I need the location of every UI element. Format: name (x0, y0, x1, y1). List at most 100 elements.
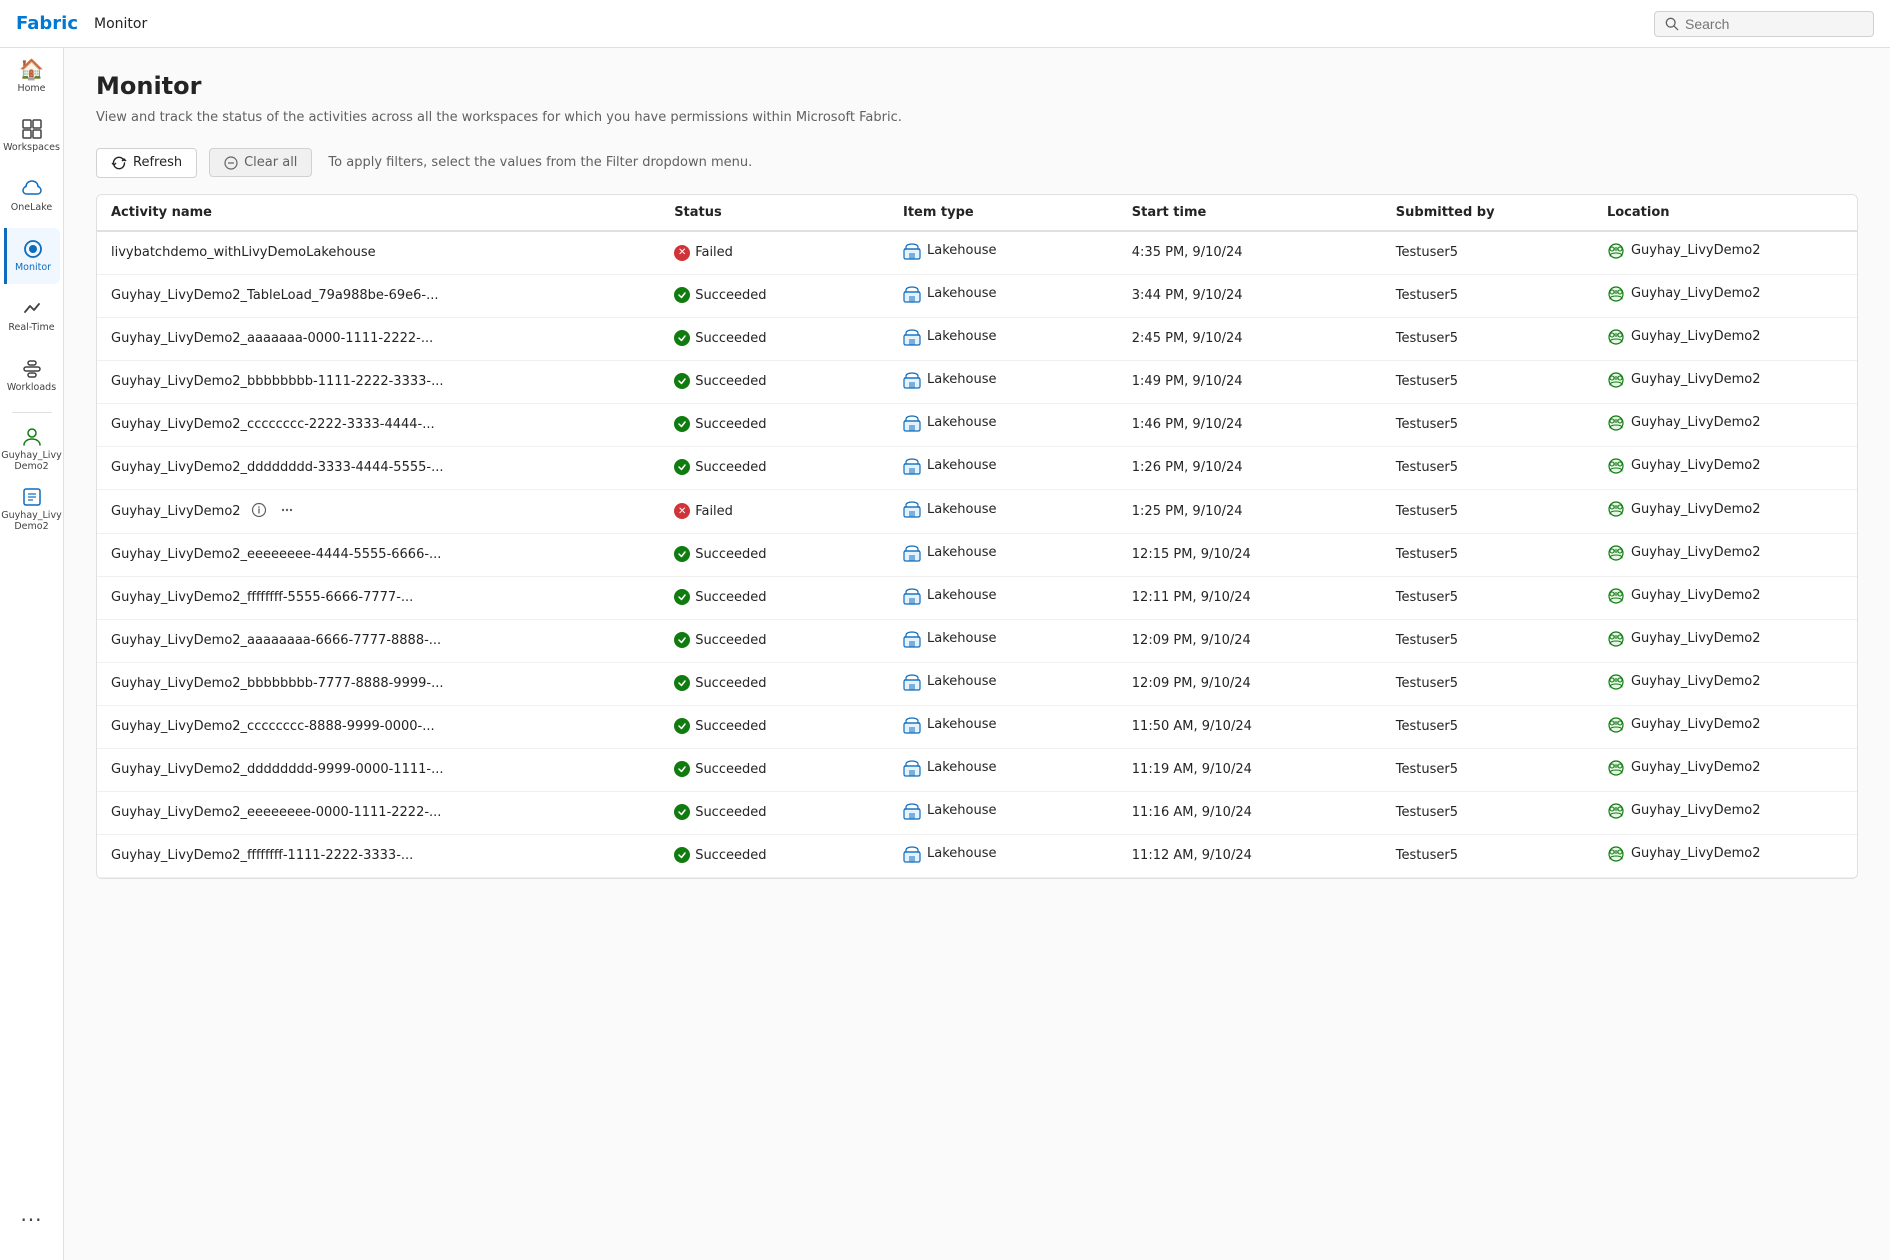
start-time-cell: 12:09 PM, 9/10/24 (1118, 662, 1382, 705)
location-text: Guyhay_LivyDemo2 (1631, 846, 1761, 861)
item-type-cell: Lakehouse (889, 834, 1118, 877)
col-header-location: Location (1593, 195, 1857, 231)
activity-name-cell[interactable]: Guyhay_LivyDemo2_dddddddd-3333-4444-5555… (97, 446, 660, 489)
location-icon (1607, 544, 1625, 562)
item-type-content: Lakehouse (903, 716, 996, 734)
item-type-cell: Lakehouse (889, 274, 1118, 317)
start-time-cell: 3:44 PM, 9/10/24 (1118, 274, 1382, 317)
activity-name-cell[interactable]: Guyhay_LivyDemo2_eeeeeeee-0000-1111-2222… (97, 791, 660, 834)
status-text: Succeeded (695, 331, 766, 346)
item-type-text: Lakehouse (927, 631, 996, 646)
sidebar-item-more[interactable]: ··· (4, 1192, 60, 1248)
item-type-content: Lakehouse (903, 759, 996, 777)
submitted-by-cell: Testuser5 (1382, 446, 1593, 489)
activity-name-cell[interactable]: Guyhay_LivyDemo2_ffffffff-1111-2222-3333… (97, 834, 660, 877)
sidebar-realtime-label: Real-Time (8, 322, 54, 333)
lakehouse-icon (903, 457, 921, 475)
location-cell: Guyhay_LivyDemo2 (1593, 748, 1857, 791)
status-cell: Succeeded (660, 619, 889, 662)
location-content: Guyhay_LivyDemo2 (1607, 845, 1761, 863)
status-cell: Succeeded (660, 317, 889, 360)
lakehouse-icon (903, 242, 921, 260)
item-type-content: Lakehouse (903, 328, 996, 346)
status-cell: Succeeded (660, 705, 889, 748)
location-cell: Guyhay_LivyDemo2 (1593, 705, 1857, 748)
status-cell: Succeeded (660, 446, 889, 489)
activity-name-cell[interactable]: Guyhay_LivyDemo2 (97, 489, 660, 533)
info-button[interactable] (249, 500, 269, 523)
submitted-by-cell: Testuser5 (1382, 403, 1593, 446)
search-box[interactable] (1654, 11, 1874, 37)
status-badge: Succeeded (674, 847, 766, 863)
activity-name-cell[interactable]: Guyhay_LivyDemo2_ffffffff-5555-6666-7777… (97, 576, 660, 619)
location-content: Guyhay_LivyDemo2 (1607, 544, 1761, 562)
status-cell: Succeeded (660, 834, 889, 877)
sidebar-guyhay2-label: Guyhay_Livy Demo2 (1, 510, 61, 533)
status-cell: Succeeded (660, 748, 889, 791)
activity-name-cell[interactable]: Guyhay_LivyDemo2_eeeeeeee-4444-5555-6666… (97, 533, 660, 576)
sidebar-item-monitor[interactable]: Monitor (4, 228, 60, 284)
fabric-logo: Fabric (16, 13, 78, 34)
item-type-cell: Lakehouse (889, 662, 1118, 705)
submitted-by-cell: Testuser5 (1382, 705, 1593, 748)
table-row: Guyhay_LivyDemo2_TableLoad_79a988be-69e6… (97, 274, 1857, 317)
sidebar-item-realtime[interactable]: Real-Time (4, 288, 60, 344)
submitted-by-cell: Testuser5 (1382, 317, 1593, 360)
activity-name-cell[interactable]: Guyhay_LivyDemo2_bbbbbbbb-7777-8888-9999… (97, 662, 660, 705)
search-input[interactable] (1685, 16, 1863, 32)
sidebar-item-guyhay2[interactable]: Guyhay_Livy Demo2 (4, 481, 60, 537)
sidebar-onelake-label: OneLake (11, 202, 52, 213)
location-text: Guyhay_LivyDemo2 (1631, 415, 1761, 430)
status-badge: Succeeded (674, 373, 766, 389)
activity-name-cell[interactable]: Guyhay_LivyDemo2_bbbbbbbb-1111-2222-3333… (97, 360, 660, 403)
table-row: Guyhay_LivyDemo2_bbbbbbbb-7777-8888-9999… (97, 662, 1857, 705)
sidebar-item-home[interactable]: 🏠 Home (4, 48, 60, 104)
status-cell: Succeeded (660, 533, 889, 576)
location-cell: Guyhay_LivyDemo2 (1593, 489, 1857, 533)
status-badge: Succeeded (674, 804, 766, 820)
more-options-button[interactable] (277, 500, 297, 523)
sidebar-item-onelake[interactable]: OneLake (4, 168, 60, 224)
status-badge: Succeeded (674, 416, 766, 432)
sidebar-item-guyhay1[interactable]: Guyhay_Livy Demo2 (4, 421, 60, 477)
item-type-content: Lakehouse (903, 500, 996, 518)
activity-name-cell[interactable]: livybatchdemo_withLivyDemoLakehouse (97, 231, 660, 275)
table-row: Guyhay_LivyDemo2_eeeeeeee-0000-1111-2222… (97, 791, 1857, 834)
clear-all-button[interactable]: Clear all (209, 148, 312, 177)
table-row: Guyhay_LivyDemo2_cccccccc-2222-3333-4444… (97, 403, 1857, 446)
sidebar-item-workloads[interactable]: Workloads (4, 348, 60, 404)
status-text: Succeeded (695, 805, 766, 820)
activity-name-cell[interactable]: Guyhay_LivyDemo2_TableLoad_79a988be-69e6… (97, 274, 660, 317)
item-type-text: Lakehouse (927, 329, 996, 344)
location-cell: Guyhay_LivyDemo2 (1593, 274, 1857, 317)
location-icon (1607, 759, 1625, 777)
succeeded-icon (674, 589, 690, 605)
workspaces-icon (21, 118, 43, 140)
refresh-button[interactable]: Refresh (96, 148, 197, 178)
succeeded-icon (674, 675, 690, 691)
activity-name-cell[interactable]: Guyhay_LivyDemo2_cccccccc-8888-9999-0000… (97, 705, 660, 748)
submitted-by-cell: Testuser5 (1382, 533, 1593, 576)
col-header-itemtype: Item type (889, 195, 1118, 231)
item-type-cell: Lakehouse (889, 791, 1118, 834)
status-text: Succeeded (695, 590, 766, 605)
sidebar-item-workspaces[interactable]: Workspaces (4, 108, 60, 164)
activity-name-cell[interactable]: Guyhay_LivyDemo2_aaaaaaa-0000-1111-2222-… (97, 317, 660, 360)
sidebar-home-label: Home (17, 83, 45, 94)
location-text: Guyhay_LivyDemo2 (1631, 760, 1761, 775)
activity-name-cell[interactable]: Guyhay_LivyDemo2_cccccccc-2222-3333-4444… (97, 403, 660, 446)
location-icon (1607, 673, 1625, 691)
table-row: Guyhay_LivyDemo2_bbbbbbbb-1111-2222-3333… (97, 360, 1857, 403)
home-icon: 🏠 (19, 57, 44, 81)
start-time-cell: 12:15 PM, 9/10/24 (1118, 533, 1382, 576)
activity-name-cell[interactable]: Guyhay_LivyDemo2_dddddddd-9999-0000-1111… (97, 748, 660, 791)
status-text: Succeeded (695, 719, 766, 734)
item-type-content: Lakehouse (903, 544, 996, 562)
start-time-cell: 12:09 PM, 9/10/24 (1118, 619, 1382, 662)
location-cell: Guyhay_LivyDemo2 (1593, 791, 1857, 834)
location-content: Guyhay_LivyDemo2 (1607, 673, 1761, 691)
activity-name-cell[interactable]: Guyhay_LivyDemo2_aaaaaaaa-6666-7777-8888… (97, 619, 660, 662)
table-row: Guyhay_LivyDemo2_eeeeeeee-4444-5555-6666… (97, 533, 1857, 576)
location-text: Guyhay_LivyDemo2 (1631, 502, 1761, 517)
status-cell: ✕Failed (660, 231, 889, 275)
